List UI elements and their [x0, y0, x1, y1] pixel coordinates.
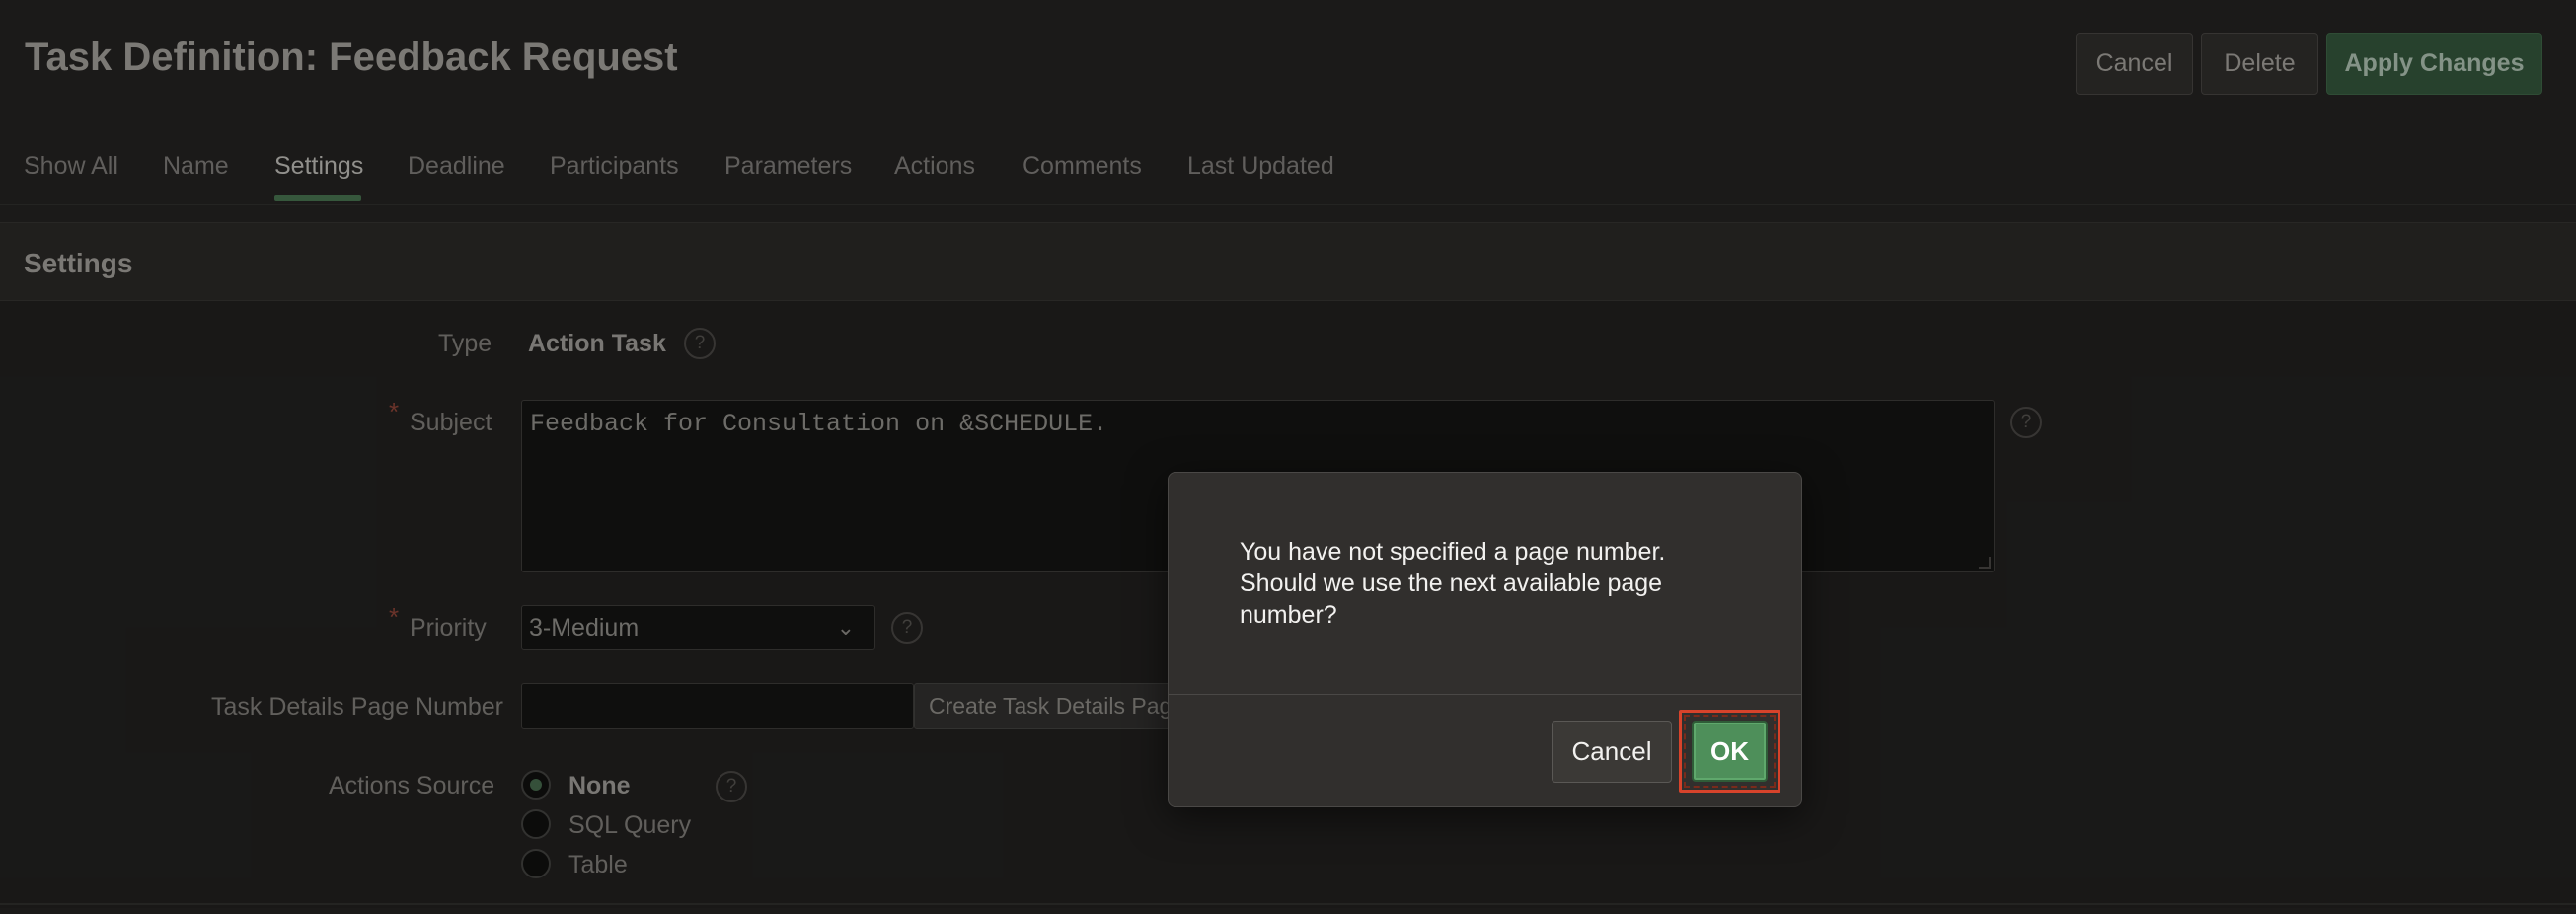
dialog-divider: [1169, 694, 1801, 695]
dialog-cancel-button[interactable]: Cancel: [1552, 721, 1672, 783]
dialog-ok-button[interactable]: OK: [1692, 721, 1768, 782]
dialog-message: You have not specified a page number. Sh…: [1240, 538, 1666, 629]
page: Task Definition: Feedback Request Cancel…: [0, 0, 2576, 914]
focus-highlight: OK: [1679, 710, 1780, 793]
confirm-dialog: You have not specified a page number. Sh…: [1168, 472, 1802, 807]
